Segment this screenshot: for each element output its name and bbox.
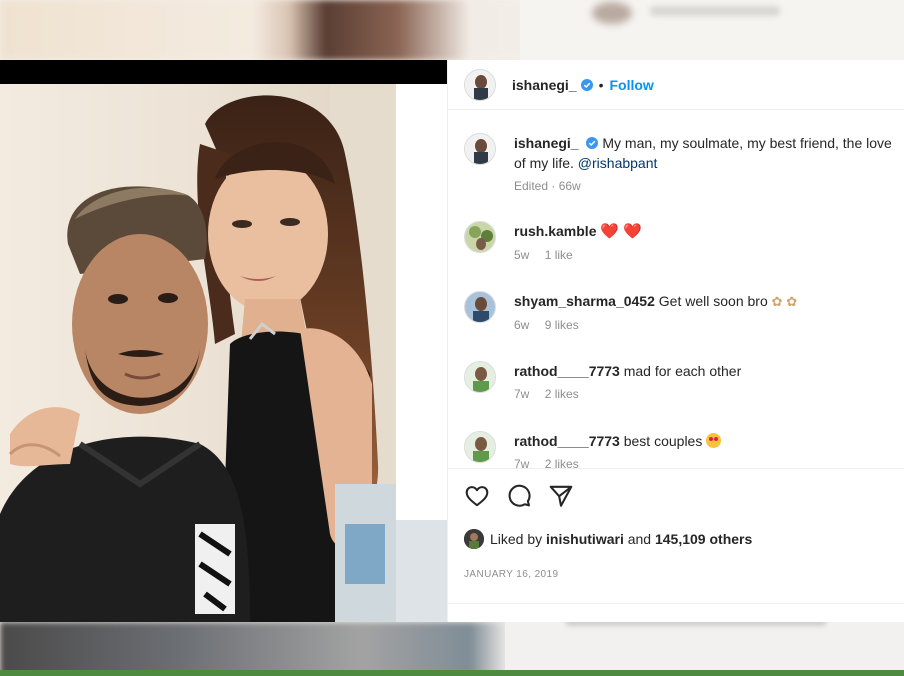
commenter-avatar-image [465, 292, 495, 322]
commenter-avatar[interactable] [464, 291, 496, 323]
likes-summary: Liked by inishutiwari and 145,109 others [464, 529, 752, 549]
comment-row: rathod____7773 best couples 7w 2 likes [464, 431, 904, 468]
add-comment-divider [448, 603, 904, 604]
comment-like-count[interactable]: 9 likes [545, 318, 579, 332]
comments-list[interactable]: ishanegi_ My man, my soulmate, my best f… [448, 111, 904, 468]
background-panel-bottom [505, 622, 904, 670]
comment-like-count[interactable]: 2 likes [545, 387, 579, 401]
caption-row: ishanegi_ My man, my soulmate, my best f… [464, 133, 904, 193]
author-avatar-image [465, 69, 495, 100]
comment-time: 5w [514, 248, 530, 262]
commenter-avatar[interactable] [464, 221, 496, 253]
background-taskbar-line [0, 670, 904, 676]
comment-meta: 6w 9 likes [514, 318, 904, 332]
comment-username[interactable]: rathod____7773 [514, 433, 620, 449]
comment-like-count[interactable]: 1 like [545, 248, 573, 262]
commenter-avatar-image [465, 432, 495, 462]
verified-badge-icon [580, 78, 593, 91]
author-username[interactable]: ishanegi_ [512, 77, 577, 93]
likes-conjunction: and [627, 531, 652, 547]
post-date: JANUARY 16, 2019 [464, 569, 559, 580]
comment-username[interactable]: shyam_sharma_0452 [514, 293, 655, 309]
comment-meta: 5w 1 like [514, 248, 904, 262]
couple-selfie-image [0, 84, 396, 622]
comment-content: Get well soon bro [658, 293, 768, 309]
comment-time: 7w [514, 387, 530, 401]
comment-text: rathod____7773 mad for each other [514, 361, 904, 381]
comment-time: 7w [514, 457, 530, 468]
commenter-avatar-image [465, 362, 495, 392]
post-header: ishanegi_ • Follow [448, 60, 904, 110]
comment-text: shyam_sharma_0452 Get well soon bro ✿ ✿ [514, 291, 904, 312]
commenter-avatar-image [465, 222, 495, 252]
comment-text: rathod____7773 best couples [514, 431, 904, 451]
likes-count-link[interactable]: 145,109 others [655, 531, 752, 547]
comment-text: rush.kamble ❤️ ❤️ [514, 221, 904, 242]
likes-prefix: Liked by [490, 531, 543, 547]
background-avatar [592, 2, 632, 24]
red-heart-emoji-icon: ❤️ [600, 223, 620, 240]
comment-row: rush.kamble ❤️ ❤️ 5w 1 like [464, 221, 904, 262]
follow-button[interactable]: Follow [610, 77, 654, 93]
caption-body: ishanegi_ My man, my soulmate, my best f… [514, 133, 904, 193]
comment-meta: 7w 2 likes [514, 387, 904, 401]
post-sidebar: ishanegi_ • Follow ishanegi_ My man, my … [447, 60, 904, 622]
background-header-text [650, 6, 780, 16]
commenter-avatar[interactable] [464, 361, 496, 393]
bouquet-emoji-icon: ✿ [771, 294, 783, 309]
commenter-avatar[interactable] [464, 431, 496, 463]
verified-badge-icon [586, 137, 599, 149]
post-photo[interactable] [0, 84, 396, 622]
comment-body: shyam_sharma_0452 Get well soon bro ✿ ✿ … [514, 291, 904, 332]
comment-row: rathod____7773 mad for each other 7w 2 l… [464, 361, 904, 401]
comment-body: rathod____7773 mad for each other 7w 2 l… [514, 361, 904, 401]
comment-body: rush.kamble ❤️ ❤️ 5w 1 like [514, 221, 904, 262]
liker-username[interactable]: inishutiwari [546, 531, 624, 547]
header-separator: • [598, 76, 604, 93]
comment-time: 6w [514, 318, 530, 332]
caption-username[interactable]: ishanegi_ [514, 135, 579, 151]
comment-username[interactable]: rush.kamble [514, 223, 596, 239]
caption-text: ishanegi_ My man, my soulmate, my best f… [514, 133, 904, 173]
post-photo-pane[interactable] [0, 60, 447, 622]
author-avatar[interactable] [464, 68, 496, 101]
caption-meta: Edited · 66w [514, 179, 581, 193]
like-heart-icon[interactable] [464, 483, 490, 509]
author-avatar-image [465, 134, 495, 164]
liker-avatar-image [464, 529, 484, 549]
heart-eyes-emoji-icon [706, 433, 722, 448]
comment-meta: 7w 2 likes [514, 457, 904, 468]
post-modal: ishanegi_ • Follow ishanegi_ My man, my … [0, 60, 904, 622]
comment-bubble-icon[interactable] [506, 483, 532, 509]
caption-mention-link[interactable]: @rishabpant [578, 155, 658, 171]
comment-body: rathod____7773 best couples 7w 2 likes [514, 431, 904, 468]
comment-content: best couples [623, 433, 703, 449]
comment-like-count[interactable]: 2 likes [545, 457, 579, 468]
post-actions-section: Liked by inishutiwari and 145,109 others… [448, 468, 904, 622]
liker-avatar[interactable] [464, 529, 484, 549]
comment-username[interactable]: rathod____7773 [514, 363, 620, 379]
photo-letterbox-right-lower [396, 520, 447, 622]
share-paper-plane-icon[interactable] [548, 483, 574, 509]
caption-avatar[interactable] [464, 133, 496, 165]
comment-row: shyam_sharma_0452 Get well soon bro ✿ ✿ … [464, 291, 904, 332]
comment-content: mad for each other [623, 363, 742, 379]
red-heart-emoji-icon: ❤️ [622, 223, 642, 240]
action-icons [464, 483, 574, 509]
bouquet-emoji-icon: ✿ [786, 294, 798, 309]
